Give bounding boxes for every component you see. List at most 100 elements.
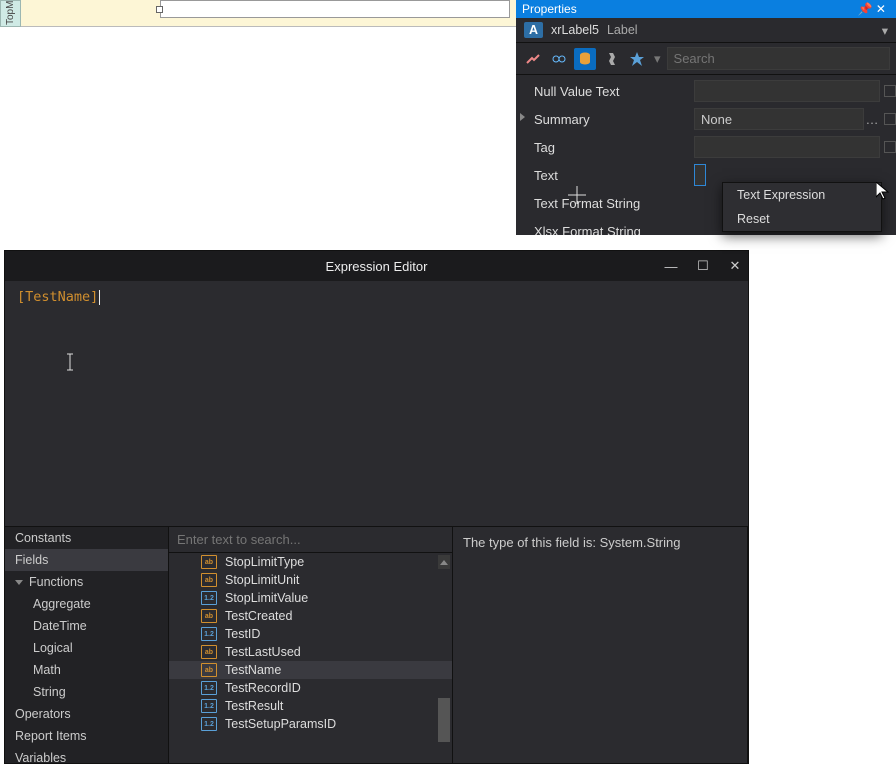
description-panel: The type of this field is: System.String [453,527,748,763]
field-item[interactable]: 1.2 TestID [169,625,452,643]
field-name: TestResult [225,699,283,713]
properties-toolbar: ▾ [516,43,896,75]
field-list[interactable]: ab StopLimitType abStopLimitUnit 1.2 StopLim… [169,553,452,763]
prop-label: Text [534,168,694,183]
cursor-pointer-icon [876,182,890,202]
chevron-down-icon [15,580,23,585]
prop-summary[interactable]: Summary None … [516,105,896,133]
field-item[interactable]: 1.2 TestSetupParamsID [169,715,452,733]
appearance-tab-icon[interactable] [522,48,544,70]
prop-label: Text Format String [534,196,694,211]
menu-item-reset[interactable]: Reset [723,207,881,231]
prop-label: Null Value Text [534,84,694,99]
number-field-icon: 1.2 [201,699,217,713]
pin-icon[interactable]: 📌 ✕ [858,0,896,18]
field-name: TestSetupParamsID [225,717,336,731]
text-field-icon: ab [201,609,217,623]
category-item-report-items[interactable]: Report Items [5,725,168,747]
control-selector[interactable]: A xrLabel5 Label ▾ [516,18,896,43]
field-item[interactable]: ab TestCreated [169,607,452,625]
field-name: StopLimitType [225,555,304,569]
prop-tag[interactable]: Tag [516,133,896,161]
text-field-icon: ab [201,645,217,659]
prop-label: Summary [534,112,694,127]
selected-control-name: xrLabel5 [551,23,599,37]
field-name: TestName [225,663,281,677]
band-label: TopM [5,1,16,25]
ibeam-cursor-icon [66,353,74,371]
expression-editor-dialog: Expression Editor — ☐ ✕ [TestName] Const… [4,250,749,764]
category-item-functions[interactable]: Functions [5,571,168,593]
number-field-icon: 1.2 [201,717,217,731]
prop-value-input[interactable] [694,136,880,158]
number-field-icon: 1.2 [201,627,217,641]
prop-null-value-text[interactable]: Null Value Text [516,77,896,105]
chevron-down-icon[interactable]: ▾ [882,23,888,38]
maximize-button[interactable]: ☐ [694,258,712,274]
label-icon: A [524,22,543,38]
field-item[interactable]: ab TestName [169,661,452,679]
category-item-math[interactable]: Math [5,659,168,681]
minimize-button[interactable]: — [662,259,680,274]
data-tab-icon[interactable] [574,48,596,70]
category-item-variables[interactable]: Variables [5,747,168,763]
behavior-tab-icon[interactable] [548,48,570,70]
field-name: TestRecordID [225,681,301,695]
text-field-icon: ab [201,573,217,587]
expander-icon[interactable] [520,113,525,121]
dialog-title: Expression Editor [326,259,428,274]
misc-tab-icon[interactable] [600,48,622,70]
expression-content: [TestName] [17,289,98,305]
text-caret-icon [566,184,588,206]
favorites-tab-icon[interactable] [626,48,648,70]
field-name: TestCreated [225,609,292,623]
field-search-input[interactable] [169,527,452,553]
prop-value-input[interactable]: None [694,108,864,130]
resize-handle[interactable] [156,6,163,13]
ellipsis-button[interactable]: … [864,112,880,127]
selected-control-outline[interactable] [160,0,510,18]
field-item[interactable]: 1.2 TestRecordID [169,679,452,697]
field-name: TestID [225,627,260,641]
report-designer-surface[interactable]: TopM [0,0,516,235]
dialog-title-bar[interactable]: Expression Editor — ☐ ✕ [5,251,748,281]
prop-marker-icon[interactable] [884,113,896,125]
category-item-fields[interactable]: Fields [5,549,168,571]
prop-marker-icon[interactable] [884,85,896,97]
category-item-datetime[interactable]: DateTime [5,615,168,637]
field-item[interactable]: 1.2 StopLimitValue [169,589,452,607]
toolbar-separator-icon: ▾ [654,51,661,67]
field-item[interactable]: abStopLimitUnit [169,571,452,589]
number-field-icon: 1.2 [201,681,217,695]
prop-value-input[interactable] [694,80,880,102]
category-item-aggregate[interactable]: Aggregate [5,593,168,615]
category-label: Functions [29,575,83,589]
category-item-logical[interactable]: Logical [5,637,168,659]
prop-value-input[interactable] [694,164,706,186]
properties-title: Properties [522,0,577,18]
scrollbar-thumb[interactable] [438,698,450,742]
category-list: Constants Fields Functions Aggregate Dat… [5,527,169,763]
field-item[interactable]: abTestLastUsed [169,643,452,661]
text-field-icon: ab [201,663,217,677]
prop-marker-icon[interactable] [884,141,896,153]
category-item-operators[interactable]: Operators [5,703,168,725]
prop-label: Tag [534,140,694,155]
selected-control-type: Label [607,23,638,37]
category-item-string[interactable]: String [5,681,168,703]
prop-label: Xlsx Format String [534,224,694,236]
expression-textarea[interactable]: [TestName] [5,281,748,526]
field-item[interactable]: ab StopLimitType [169,553,452,571]
field-description: The type of this field is: System.String [463,535,680,550]
menu-item-text-expression[interactable]: Text Expression [723,183,881,207]
field-list-panel: ab StopLimitType abStopLimitUnit 1.2 StopLim… [169,527,453,763]
properties-search-input[interactable] [667,47,890,70]
band-gutter: TopM [0,0,21,27]
category-item-constants[interactable]: Constants [5,527,168,549]
scroll-up-button[interactable] [438,555,450,569]
number-field-icon: 1.2 [201,591,217,605]
field-item[interactable]: 1.2 TestResult [169,697,452,715]
field-name: StopLimitValue [225,591,308,605]
close-button[interactable]: ✕ [726,258,744,274]
text-field-icon: ab [201,555,217,569]
